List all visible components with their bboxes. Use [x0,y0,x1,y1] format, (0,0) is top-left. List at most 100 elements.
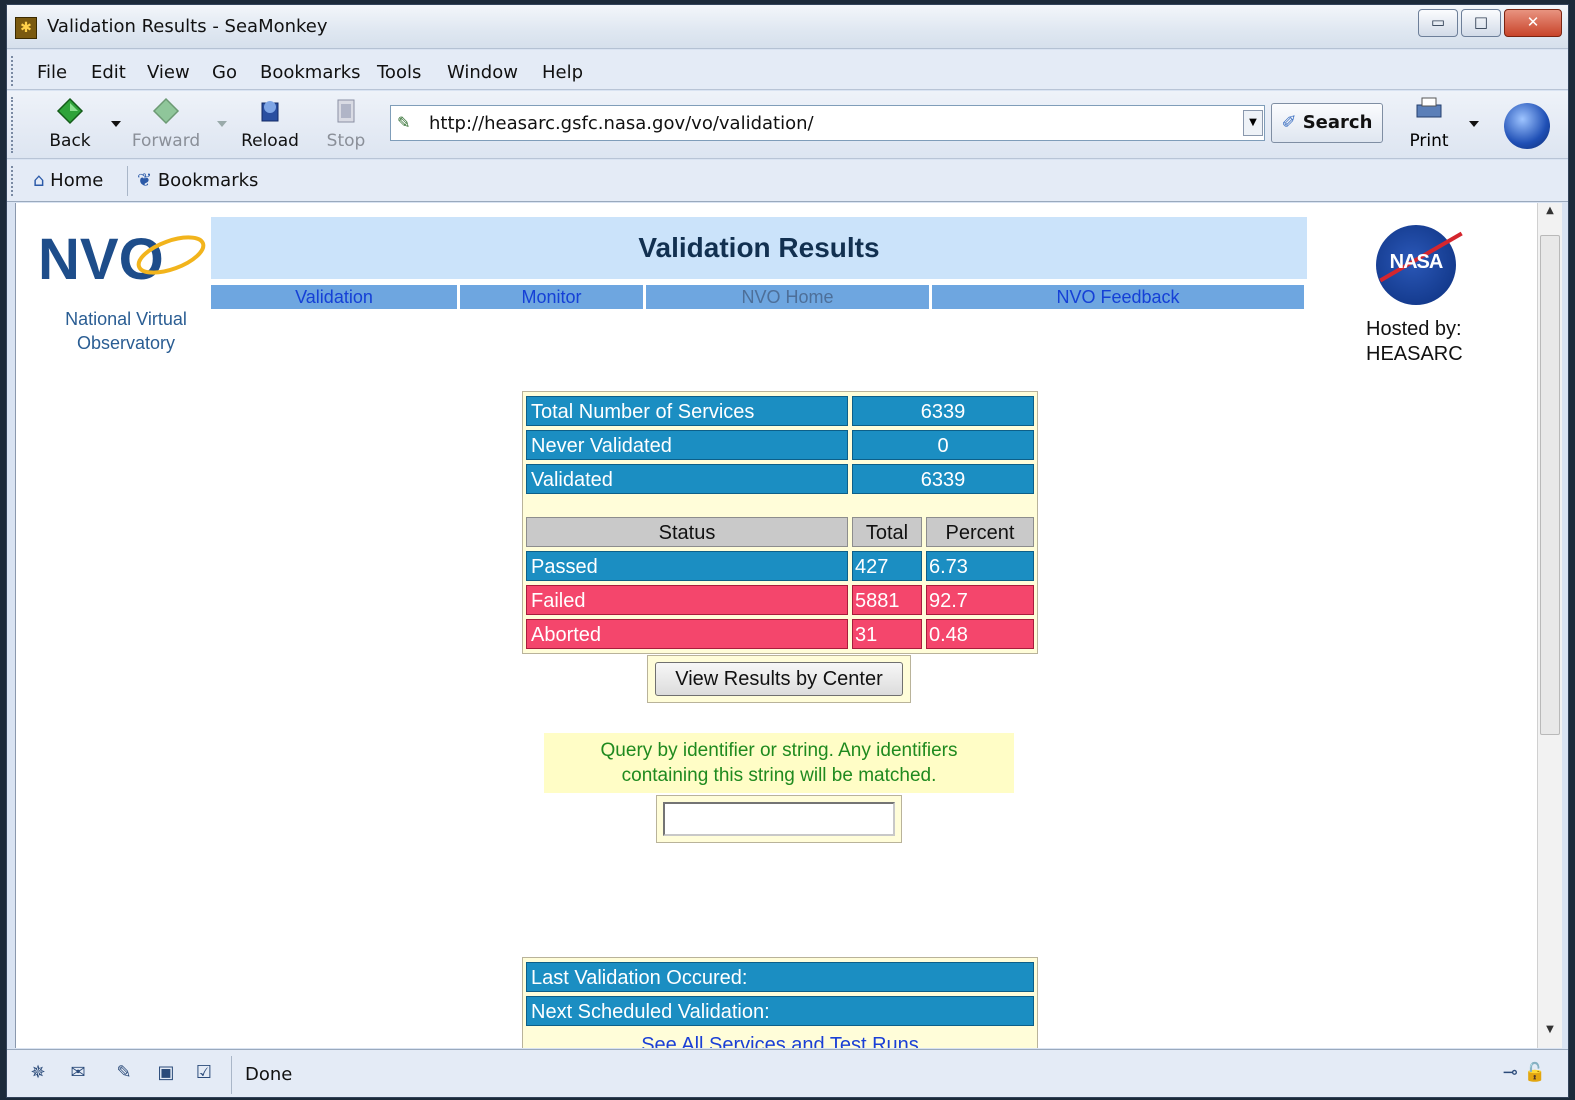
toolbar-grip[interactable] [11,56,19,86]
scrollbar-thumb[interactable] [1540,235,1560,735]
summary-value: 6339 [852,464,1034,494]
nav-link-nvo-feedback[interactable]: NVO Feedback [932,285,1304,309]
nav-link-nvo-home[interactable]: NVO Home [646,285,929,309]
hosted-by-label: Hosted by: [1366,318,1462,340]
url-input[interactable] [427,106,1227,140]
back-button[interactable]: Back [35,93,105,155]
status-separator [231,1056,232,1094]
nvo-caption-line1: National Virtual [65,309,187,329]
search-icon: ✐ [1281,112,1297,133]
status-cell: Failed [526,585,848,615]
menu-window[interactable]: Window [447,62,518,83]
table-spacer [523,496,1037,515]
menu-view[interactable]: View [147,62,190,83]
hosted-by-name: HEASARC [1366,343,1463,365]
url-bar[interactable]: ✎ ▼ [390,105,1265,141]
total-cell: 5881 [852,585,922,615]
forward-button[interactable]: Forward [131,93,201,155]
see-all-services-link[interactable]: See All Services and Test Runs [523,1034,1037,1048]
total-cell: 427 [852,551,922,581]
nvo-caption-line2: Observatory [76,333,176,353]
bookmarks-button[interactable]: ❦ Bookmarks [137,170,258,191]
nasa-logo[interactable]: NASA [1376,225,1463,305]
composer-icon[interactable]: ✎ [111,1062,137,1086]
forward-label: Forward [131,131,201,151]
seamonkey-app-icon: ✱ [15,17,37,39]
menu-bar: File Edit View Go Bookmarks Tools Window… [7,50,1568,90]
menu-bookmarks[interactable]: Bookmarks [260,62,361,83]
percent-cell: 92.7 [926,585,1034,615]
query-form [656,795,902,843]
scroll-down-icon[interactable]: ▼ [1538,1024,1562,1046]
status-cell: Aborted [526,619,848,649]
back-arrow-icon [56,97,84,125]
home-label: Home [50,170,104,191]
toolbar-separator [127,166,128,196]
minimize-button[interactable]: ▭ [1418,9,1458,37]
table-row: Never Validated 0 [523,428,1037,462]
menu-go[interactable]: Go [212,62,237,83]
address-book-icon[interactable]: ▣ [153,1062,179,1086]
table-row: Passed 427 6.73 [523,549,1037,583]
back-label: Back [49,131,91,151]
menu-edit[interactable]: Edit [91,62,126,83]
stop-button[interactable]: Stop [311,93,381,155]
mail-icon[interactable]: ✉ [65,1062,91,1086]
print-button[interactable]: Print [1399,95,1459,151]
table-header-row: Status Total Percent [523,515,1037,549]
browser-window: ✱ Validation Results - SeaMonkey ▭ □ ✕ F… [6,4,1569,1098]
table-row: Total Number of Services 6339 [523,394,1037,428]
summary-value: 0 [852,430,1034,460]
forward-dropdown-icon[interactable] [217,121,227,127]
summary-value: 6339 [852,396,1034,426]
page-banner: Validation Results [211,217,1307,279]
table-row: Next Scheduled Validation: [523,994,1037,1028]
maximize-button[interactable]: □ [1461,9,1501,37]
reload-button[interactable]: Reload [235,93,305,155]
summary-label: Total Number of Services [526,396,848,426]
table-row: Failed 5881 92.7 [523,583,1037,617]
close-button[interactable]: ✕ [1504,9,1562,37]
query-input[interactable] [663,802,895,836]
navigator-icon[interactable]: ✵ [25,1062,51,1086]
bookmarks-icon: ❦ [137,170,153,191]
validation-stats-table: Total Number of Services 6339 Never Vali… [522,391,1038,654]
menu-tools[interactable]: Tools [377,62,421,83]
stop-icon [337,99,355,123]
page-title: Validation Results [638,232,880,263]
print-label: Print [1409,131,1449,151]
nav-link-monitor[interactable]: Monitor [460,285,643,309]
status-text: Done [245,1064,293,1085]
seamonkey-throbber-icon[interactable] [1504,103,1550,149]
back-dropdown-icon[interactable] [111,121,121,127]
scroll-up-icon[interactable]: ▲ [1538,205,1562,227]
vertical-scrollbar[interactable]: ▲ ▼ [1537,203,1562,1048]
view-center-form: View Results by Center [647,655,911,703]
menu-help[interactable]: Help [542,62,583,83]
connection-security-icon[interactable]: ⊸ 🔓 [1503,1062,1546,1083]
reload-label: Reload [241,131,299,151]
navigation-toolbar: Back Forward Reload Stop ✎ http://heasar… [7,91,1568,159]
view-results-by-center-button[interactable]: View Results by Center [655,662,903,696]
nvo-logo[interactable]: NVO [36,219,206,299]
print-dropdown-icon[interactable] [1469,121,1479,127]
summary-label: Never Validated [526,430,848,460]
nvo-logo-text: NVO [38,227,164,292]
irc-chat-icon[interactable]: ☑ [191,1062,217,1086]
query-instructions: Query by identifier or string. Any ident… [544,733,1014,793]
search-button[interactable]: ✐ Search [1271,103,1383,143]
status-bar: ✵ ✉ ✎ ▣ ☑ Done ⊸ 🔓 [7,1049,1568,1097]
site-icon: ✎ [397,113,411,132]
toolbar-grip[interactable] [11,97,19,153]
home-button[interactable]: ⌂ Home [33,170,103,191]
title-bar: ✱ Validation Results - SeaMonkey ▭ □ ✕ [7,5,1568,49]
toolbar-grip[interactable] [11,166,19,196]
column-header-percent: Percent [926,517,1034,547]
nav-link-validation[interactable]: Validation [211,285,457,309]
url-dropdown-icon[interactable]: ▼ [1243,110,1263,136]
table-row: Aborted 31 0.48 [523,617,1037,651]
page-viewport: NVO National Virtual Observatory Validat… [15,203,1537,1048]
last-validation-label: Last Validation Occured: [526,962,1034,992]
percent-cell: 6.73 [926,551,1034,581]
menu-file[interactable]: File [37,62,67,83]
